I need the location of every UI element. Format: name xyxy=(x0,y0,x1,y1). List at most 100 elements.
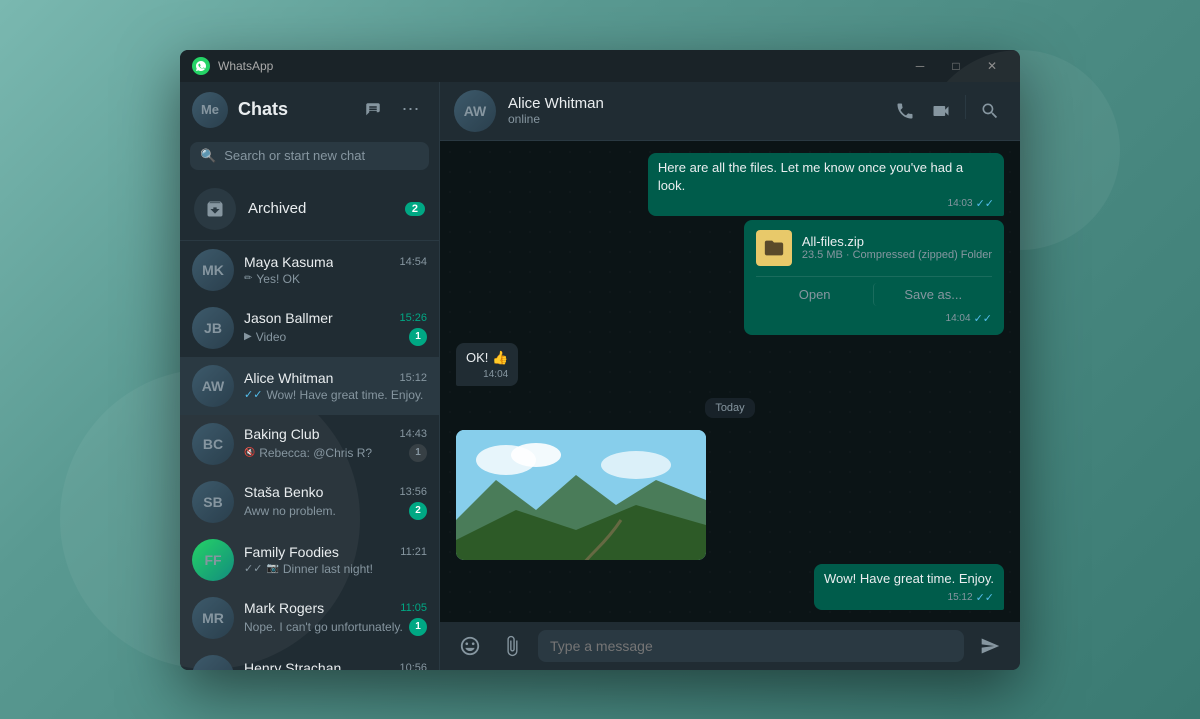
chat-info: Jason Ballmer 15:26 ▶ Video 1 xyxy=(244,310,427,346)
chat-item[interactable]: FF Family Foodies 11:21 ✓✓ 📷 Dinner last… xyxy=(180,531,439,589)
chat-name: Maya Kasuma xyxy=(244,254,333,270)
avatar: JB xyxy=(192,307,234,349)
message-time: 14:04 xyxy=(483,369,508,380)
contact-status: online xyxy=(508,112,877,126)
photo-image xyxy=(456,430,706,560)
avatar: HS xyxy=(192,655,234,670)
file-name: All-files.zip xyxy=(802,234,992,249)
chat-header-info: Alice Whitman online xyxy=(508,95,877,126)
unread-badge: 2 xyxy=(409,502,427,520)
read-receipt: ✓✓ xyxy=(974,312,992,325)
contact-name: Alice Whitman xyxy=(508,95,877,112)
chat-name: Jason Ballmer xyxy=(244,310,333,326)
chat-item[interactable]: SB Staša Benko 13:56 Aww no problem. 2 xyxy=(180,473,439,531)
window-controls: ─ □ ✕ xyxy=(904,50,1008,82)
chat-preview: Video xyxy=(256,330,405,344)
titlebar-title: WhatsApp xyxy=(218,59,904,73)
chat-time: 15:26 xyxy=(399,312,427,324)
maximize-button[interactable]: □ xyxy=(940,50,972,82)
chat-info: Henry Strachan 10:56 typing... xyxy=(244,660,427,670)
chat-time: 14:54 xyxy=(399,256,427,268)
chat-time: 13:56 xyxy=(399,486,427,498)
avatar: MR xyxy=(192,597,234,639)
unread-badge: 1 xyxy=(409,618,427,636)
chat-item[interactable]: MR Mark Rogers 11:05 Nope. I can't go un… xyxy=(180,589,439,647)
archive-icon xyxy=(194,188,236,230)
avatar: SB xyxy=(192,481,234,523)
avatar: FF xyxy=(192,539,234,581)
message-time: 15:12 xyxy=(948,592,973,603)
search-messages-button[interactable] xyxy=(974,95,1006,127)
avatar: AW xyxy=(192,365,234,407)
chat-area: AW Alice Whitman online xyxy=(440,82,1020,670)
search-input[interactable] xyxy=(224,148,419,163)
open-file-button[interactable]: Open xyxy=(756,283,874,306)
unread-badge: 1 xyxy=(409,444,427,462)
message-input[interactable] xyxy=(538,630,964,662)
new-chat-button[interactable] xyxy=(357,94,389,126)
messages-container: Here are all the files. Let me know once… xyxy=(440,141,1020,622)
archived-row[interactable]: Archived 2 xyxy=(180,178,439,241)
chat-time: 11:21 xyxy=(400,546,427,558)
file-size: 23.5 MB · Compressed (zipped) Folder xyxy=(802,249,992,261)
avatar: MK xyxy=(192,249,234,291)
titlebar: WhatsApp ─ □ ✕ xyxy=(180,50,1020,82)
send-button[interactable] xyxy=(974,630,1006,662)
sidebar-header: Me Chats ⋯ xyxy=(180,82,439,138)
file-icon xyxy=(756,230,792,266)
message-text: Here are all the files. Let me know once… xyxy=(658,160,963,193)
chat-preview: Dinner last night! xyxy=(283,562,427,576)
chat-time: 11:05 xyxy=(400,602,427,614)
day-label: Today xyxy=(705,398,754,418)
chat-name: Family Foodies xyxy=(244,544,339,560)
user-avatar[interactable]: Me xyxy=(192,92,228,128)
video-call-button[interactable] xyxy=(925,95,957,127)
archived-label: Archived xyxy=(248,200,405,217)
photo-message: So beautiful here! 15:06 ❤️ xyxy=(456,430,706,560)
contact-avatar[interactable]: AW xyxy=(454,90,496,132)
day-divider: Today xyxy=(456,398,1004,418)
more-options-button[interactable]: ⋯ xyxy=(395,94,427,126)
chat-item[interactable]: MK Maya Kasuma 14:54 ✏ Yes! OK xyxy=(180,241,439,299)
sidebar: Me Chats ⋯ 🔍 xyxy=(180,82,440,670)
message: Wow! Have great time. Enjoy. 15:12 ✓✓ xyxy=(814,564,1004,609)
archived-badge: 2 xyxy=(405,202,425,216)
attach-button[interactable] xyxy=(496,630,528,662)
chat-time: 10:56 xyxy=(399,662,427,670)
chat-preview: Yes! OK xyxy=(256,272,427,286)
sidebar-actions: ⋯ xyxy=(357,94,427,126)
file-message: All-files.zip 23.5 MB · Compressed (zipp… xyxy=(744,220,1004,335)
chat-info: Family Foodies 11:21 ✓✓ 📷 Dinner last ni… xyxy=(244,544,427,576)
chat-item[interactable]: AW Alice Whitman 15:12 ✓✓ Wow! Have grea… xyxy=(180,357,439,415)
chat-input-bar xyxy=(440,622,1020,670)
emoji-button[interactable] xyxy=(454,630,486,662)
message-time: 14:03 xyxy=(948,198,973,209)
chat-item[interactable]: JB Jason Ballmer 15:26 ▶ Video 1 xyxy=(180,299,439,357)
message-text: Wow! Have great time. Enjoy. xyxy=(824,571,994,586)
chat-info: Baking Club 14:43 🔇 Rebecca: @Chris R? 1 xyxy=(244,426,427,462)
chat-name: Baking Club xyxy=(244,426,320,442)
chat-preview: Wow! Have great time. Enjoy. xyxy=(266,388,427,402)
close-button[interactable]: ✕ xyxy=(976,50,1008,82)
chat-header-actions xyxy=(889,95,1006,127)
chat-time: 14:43 xyxy=(399,428,427,440)
app-logo xyxy=(192,57,210,75)
chat-info: Mark Rogers 11:05 Nope. I can't go unfor… xyxy=(244,600,427,636)
save-file-button[interactable]: Save as... xyxy=(873,283,992,306)
search-icon: 🔍 xyxy=(200,148,216,164)
chat-info: Staša Benko 13:56 Aww no problem. 2 xyxy=(244,484,427,520)
minimize-button[interactable]: ─ xyxy=(904,50,936,82)
chat-name: Mark Rogers xyxy=(244,600,324,616)
file-details: All-files.zip 23.5 MB · Compressed (zipp… xyxy=(802,234,992,261)
chat-item[interactable]: HS Henry Strachan 10:56 typing... xyxy=(180,647,439,670)
main-content: Me Chats ⋯ 🔍 xyxy=(180,82,1020,670)
message-time: 14:04 xyxy=(946,313,971,324)
message-text: OK! 👍 xyxy=(466,350,508,365)
voice-call-button[interactable] xyxy=(889,95,921,127)
chat-time: 15:12 xyxy=(399,372,427,384)
chat-item[interactable]: BC Baking Club 14:43 🔇 Rebecca: @Chris R… xyxy=(180,415,439,473)
message: OK! 👍 14:04 xyxy=(456,343,518,386)
chat-preview: Aww no problem. xyxy=(244,504,405,518)
chat-preview: Nope. I can't go unfortunately. xyxy=(244,620,405,634)
chat-name: Staša Benko xyxy=(244,484,323,500)
